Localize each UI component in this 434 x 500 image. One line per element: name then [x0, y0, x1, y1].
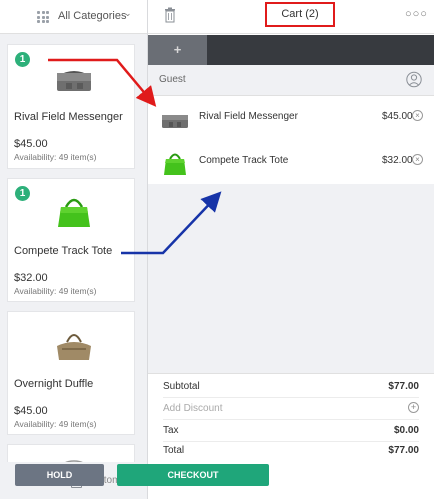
customer-row[interactable]: Guest — [148, 65, 434, 96]
discount-label: Add Discount — [163, 403, 223, 414]
add-cart-tab-button[interactable]: + — [148, 35, 207, 65]
product-price: $32.00 — [14, 272, 48, 284]
product-availability: Availability: 49 item(s) — [14, 419, 97, 429]
cart-item-price: $45.00 — [382, 111, 413, 122]
tax-row: Tax $0.00 — [163, 421, 419, 442]
cart-title: Cart (2) — [265, 2, 335, 27]
product-price: $45.00 — [14, 138, 48, 150]
cart-header: Cart (2) ○○○ — [148, 0, 434, 34]
grid-icon — [37, 11, 49, 23]
subtotal-label: Subtotal — [163, 381, 200, 392]
messenger-bag-image — [57, 71, 91, 91]
category-label: All Categories — [58, 10, 127, 22]
product-card-compete-track-tote[interactable]: 1 Compete Track Tote $32.00 Availability… — [7, 178, 135, 302]
cart-item-price: $32.00 — [382, 155, 413, 166]
discount-row[interactable]: Add Discount + — [163, 399, 419, 420]
hold-button[interactable]: HOLD — [15, 464, 104, 486]
checkout-button[interactable]: CHECKOUT — [117, 464, 269, 486]
cart-item-name: Rival Field Messenger — [199, 111, 298, 122]
product-price: $45.00 — [14, 405, 48, 417]
product-name: Compete Track Tote — [14, 245, 113, 257]
remove-icon[interactable]: × — [412, 110, 423, 121]
tax-label: Tax — [163, 425, 179, 436]
cart-empty-area — [148, 184, 434, 373]
cart-panel: Cart (2) ○○○ + Guest Rival Field Messeng… — [148, 0, 434, 500]
more-icon[interactable]: ○○○ — [405, 8, 428, 20]
messenger-bag-thumbnail — [162, 115, 188, 128]
duffle-bag-image — [57, 334, 91, 360]
add-icon[interactable]: + — [408, 402, 419, 413]
customer-icon[interactable] — [406, 71, 422, 88]
tax-value: $0.00 — [393, 425, 419, 436]
product-card-overnight-duffle[interactable]: Overnight Duffle $45.00 Availability: 49… — [7, 311, 135, 435]
quantity-badge: 1 — [15, 186, 30, 201]
total-value: $77.00 — [388, 445, 419, 456]
product-panel: All Categories ⌄ 1 Rival Field Messenger… — [0, 0, 148, 499]
product-availability: Availability: 49 item(s) — [14, 152, 97, 162]
cart-line-item[interactable]: Compete Track Tote $32.00 × — [148, 140, 434, 185]
category-selector[interactable]: All Categories ⌄ — [0, 0, 147, 34]
tote-bag-image — [58, 198, 90, 227]
product-name: Overnight Duffle — [14, 378, 94, 390]
customer-name: Guest — [159, 74, 186, 85]
cart-line-item[interactable]: Rival Field Messenger $45.00 × — [148, 96, 434, 141]
total-label: Total — [163, 445, 185, 456]
total-row: Total $77.00 — [163, 441, 419, 461]
quantity-badge: 1 — [15, 52, 30, 67]
subtotal-value: $77.00 — [388, 381, 419, 392]
trash-icon[interactable] — [164, 7, 176, 23]
product-name: Rival Field Messenger — [14, 111, 123, 123]
subtotal-row: Subtotal $77.00 — [163, 377, 419, 398]
product-availability: Availability: 49 item(s) — [14, 286, 97, 296]
tote-bag-thumbnail — [164, 153, 186, 175]
remove-icon[interactable]: × — [412, 154, 423, 165]
product-card-rival-field-messenger[interactable]: 1 Rival Field Messenger $45.00 Availabil… — [7, 44, 135, 169]
cart-item-name: Compete Track Tote — [199, 155, 289, 166]
chevron-down-icon: ⌄ — [124, 8, 132, 18]
